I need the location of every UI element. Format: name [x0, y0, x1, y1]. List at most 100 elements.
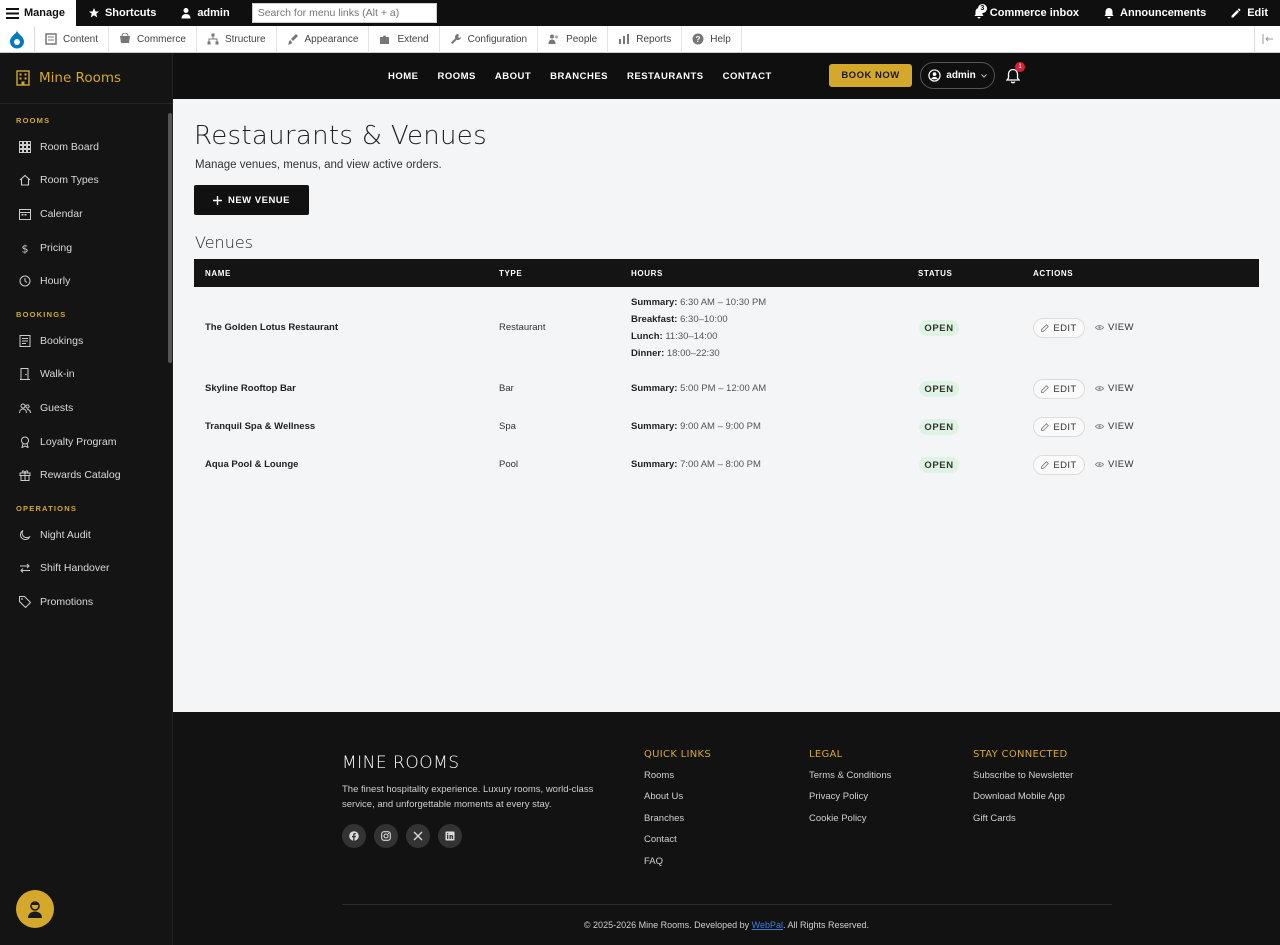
sidebar-item-walk-in[interactable]: Walk-in [0, 358, 172, 392]
collapse-icon [1262, 34, 1273, 44]
sidebar-item-calendar[interactable]: Calendar [0, 197, 172, 231]
facebook-icon[interactable] [342, 824, 366, 848]
page-title: Restaurants & Venues [194, 121, 487, 151]
nav-rooms[interactable]: ROOMS [438, 71, 476, 82]
col-status: STATUS [918, 269, 953, 278]
col-actions: ACTIONS [1033, 269, 1074, 278]
view-label: VIEW [1108, 383, 1134, 394]
footer-col-stay-connected: STAY CONNECTED Subscribe to Newsletter D… [973, 749, 1073, 834]
footer-link-newsletter[interactable]: Subscribe to Newsletter [973, 770, 1073, 791]
tray-commerce[interactable]: Commerce [109, 25, 197, 53]
clock-icon [19, 275, 31, 287]
nav-restaurants[interactable]: RESTAURANTS [627, 71, 704, 82]
assistant-button[interactable] [16, 890, 54, 928]
footer-link-gift-cards[interactable]: Gift Cards [973, 813, 1073, 834]
tray-structure-label: Structure [224, 33, 266, 45]
commerce-inbox[interactable]: 3 Commerce inbox [961, 0, 1091, 26]
footer-link-branches[interactable]: Branches [644, 813, 711, 834]
announcements[interactable]: Announcements [1091, 0, 1218, 26]
bell-icon [1104, 8, 1114, 19]
building-icon [16, 70, 30, 86]
sidebar-item-bookings[interactable]: Bookings [0, 324, 172, 358]
eye-icon [1095, 462, 1104, 467]
sidebar-item-hourly[interactable]: Hourly [0, 264, 172, 298]
venue-type: Pool [499, 459, 519, 470]
drupal-logo-icon[interactable] [0, 25, 35, 53]
view-button[interactable]: VIEW [1095, 383, 1134, 394]
status-badge: OPEN [919, 381, 959, 397]
user-tab[interactable]: admin [168, 0, 241, 26]
tray-people[interactable]: People [538, 25, 609, 53]
shortcuts-tab[interactable]: Shortcuts [76, 0, 168, 26]
x-twitter-icon[interactable] [406, 824, 430, 848]
venues-table: NAME TYPE HOURS STATUS ACTIONS The Golde… [194, 259, 1259, 484]
tray-appearance[interactable]: Appearance [277, 25, 370, 53]
footer-link-terms[interactable]: Terms & Conditions [809, 770, 891, 791]
footer-link-contact[interactable]: Contact [644, 834, 711, 855]
venue-name: Aqua Pool & Lounge [205, 459, 299, 470]
admin-sidebar: Mine Rooms ROOMS Room Board Room Types C… [0, 53, 173, 945]
table-header: NAME TYPE HOURS STATUS ACTIONS [194, 259, 1259, 287]
sidebar-item-pricing[interactable]: $ Pricing [0, 231, 172, 265]
tray-structure[interactable]: Structure [197, 25, 277, 53]
sidebar-brand[interactable]: Mine Rooms [0, 53, 172, 104]
footer-link-about-us[interactable]: About Us [644, 791, 711, 812]
menu-search-input[interactable] [251, 3, 437, 23]
svg-text:?: ? [696, 35, 701, 44]
edit-button[interactable]: EDIT [1033, 318, 1085, 338]
site-footer: MINE ROOMS The finest hospitality experi… [173, 712, 1280, 945]
tray-reports[interactable]: Reports [608, 25, 683, 53]
footer-link-mobile-app[interactable]: Download Mobile App [973, 791, 1073, 812]
tray-orientation-toggle[interactable] [1254, 25, 1280, 53]
footer-link-rooms[interactable]: Rooms [644, 770, 711, 791]
tray-extend[interactable]: Extend [369, 25, 440, 53]
sidebar-item-guests[interactable]: Guests [0, 391, 172, 425]
tray-help[interactable]: ? Help [682, 25, 742, 53]
footer-link-cookie[interactable]: Cookie Policy [809, 813, 891, 834]
footer-link-faq[interactable]: FAQ [644, 856, 711, 877]
hours-label: Summary: [631, 297, 678, 308]
nav-contact[interactable]: CONTACT [723, 71, 772, 82]
edit-button[interactable]: EDIT [1033, 379, 1085, 399]
sidebar-item-room-board[interactable]: Room Board [0, 130, 172, 164]
tray-content-label: Content [63, 33, 99, 45]
sidebar-item-loyalty-program[interactable]: Loyalty Program [0, 425, 172, 459]
footer-col-title: LEGAL [809, 749, 843, 760]
concierge-icon [28, 901, 42, 918]
sidebar-item-promotions[interactable]: Promotions [0, 585, 172, 619]
view-button[interactable]: VIEW [1095, 322, 1134, 333]
footer-col-quick-links: QUICK LINKS Rooms About Us Branches Cont… [644, 749, 711, 877]
hours-label: Lunch: [631, 331, 663, 342]
developer-link[interactable]: WebPal [752, 920, 783, 930]
inbox-count-badge: 3 [977, 4, 987, 13]
hours-label: Summary: [631, 421, 678, 432]
edit-button[interactable]: EDIT [1033, 417, 1085, 437]
view-button[interactable]: VIEW [1095, 459, 1134, 470]
sidebar-item-night-audit[interactable]: Night Audit [0, 518, 172, 552]
nav-home[interactable]: HOME [388, 71, 419, 82]
sidebar-item-room-types[interactable]: Room Types [0, 164, 172, 198]
instagram-icon[interactable] [374, 824, 398, 848]
sidebar-item-shift-handover[interactable]: Shift Handover [0, 552, 172, 586]
manage-tab[interactable]: Manage [0, 0, 76, 26]
view-button[interactable]: VIEW [1095, 421, 1134, 432]
status-badge: OPEN [919, 320, 959, 336]
sidebar-item-rewards-catalog[interactable]: Rewards Catalog [0, 458, 172, 492]
tray-configuration[interactable]: Configuration [440, 25, 539, 53]
commerce-inbox-label: Commerce inbox [989, 7, 1080, 19]
edit-button[interactable]: EDIT [1033, 455, 1085, 475]
linkedin-icon[interactable] [438, 824, 462, 848]
edit-label: EDIT [1053, 322, 1077, 334]
sidebar-scrollbar[interactable] [168, 113, 172, 363]
user-menu-button[interactable]: admin [920, 62, 995, 89]
footer-link-privacy[interactable]: Privacy Policy [809, 791, 891, 812]
new-venue-button[interactable]: NEW VENUE [194, 185, 309, 215]
book-now-button[interactable]: BOOK NOW [829, 64, 912, 87]
eye-icon [1095, 386, 1104, 391]
edit-toggle[interactable]: Edit [1218, 0, 1280, 26]
nav-branches[interactable]: BRANCHES [550, 71, 608, 82]
sidebar-item-label: Pricing [40, 241, 73, 254]
nav-about[interactable]: ABOUT [495, 71, 531, 82]
tray-content[interactable]: Content [35, 25, 110, 53]
award-icon [21, 436, 29, 448]
